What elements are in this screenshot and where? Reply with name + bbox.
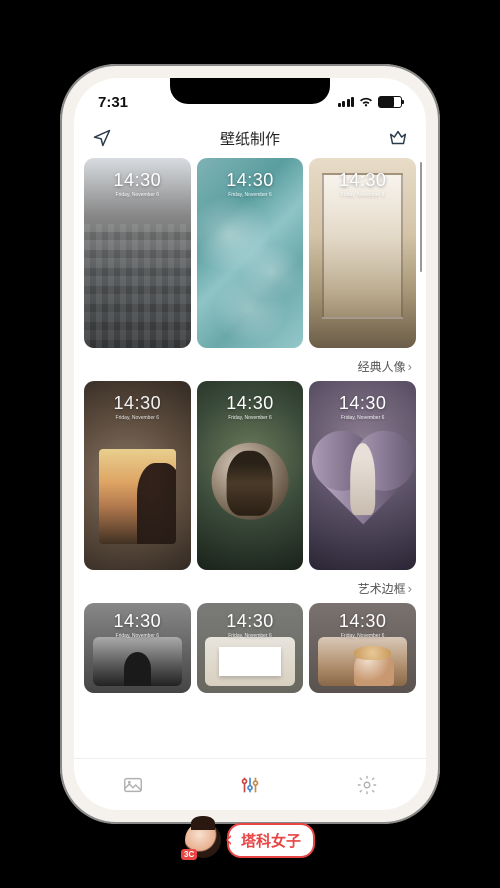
lockscreen-preview: 14:30 Friday, November 6	[84, 611, 191, 639]
portrait-circle-overlay	[212, 443, 289, 520]
lockscreen-preview: 14:30 Friday, November 6	[197, 393, 304, 421]
sliders-icon	[239, 774, 261, 796]
watermark: 3C 塔科女子	[185, 822, 315, 858]
tab-adjust[interactable]	[230, 765, 270, 805]
send-icon[interactable]	[90, 126, 114, 150]
wallpaper-card[interactable]: 14:30 Friday, November 6	[309, 381, 416, 571]
battery-icon	[378, 96, 402, 108]
lockscreen-preview: 14:30 Friday, November 6	[197, 170, 304, 198]
watermark-text: 塔科女子	[227, 823, 315, 858]
section-label: 经典人像	[358, 358, 406, 375]
notch	[170, 78, 330, 104]
status-indicators	[338, 96, 403, 108]
art-frame-overlay	[318, 637, 408, 686]
gallery-icon	[122, 774, 144, 796]
screen: 7:31 壁纸制作 14:30 Friday, No	[74, 78, 426, 810]
wallpaper-card[interactable]: 14:30 Friday, November 6	[84, 158, 191, 348]
wallpaper-card[interactable]: 14:30 Friday, November 6	[84, 381, 191, 571]
portrait-rect-overlay	[99, 449, 176, 544]
wifi-icon	[358, 96, 374, 108]
art-frame-overlay	[93, 637, 183, 686]
wallpaper-grid-frame: 14:30 Friday, November 6 14:30 Friday, N…	[84, 603, 416, 693]
lockscreen-preview: 14:30 Friday, November 6	[309, 611, 416, 639]
lockscreen-preview: 14:30 Friday, November 6	[309, 170, 416, 198]
watermark-badge: 3C	[181, 849, 197, 860]
chevron-right-icon: ›	[408, 359, 412, 374]
wallpaper-card[interactable]: 14:30 Friday, November 6	[309, 603, 416, 693]
heart-figure	[350, 443, 376, 515]
section-label: 艺术边框	[358, 580, 406, 597]
tab-bar	[74, 758, 426, 810]
lockscreen-preview: 14:30 Friday, November 6	[84, 393, 191, 421]
lockscreen-preview: 14:30 Friday, November 6	[84, 170, 191, 198]
watermark-avatar: 3C	[185, 822, 221, 858]
wallpaper-card[interactable]: 14:30 Friday, November 6	[197, 158, 304, 348]
app-header: 壁纸制作	[74, 118, 426, 158]
chevron-right-icon: ›	[408, 581, 412, 596]
lockscreen-preview: 14:30 Friday, November 6	[197, 611, 304, 639]
page-title: 壁纸制作	[220, 128, 280, 149]
gear-icon	[356, 774, 378, 796]
section-header-frame[interactable]: 艺术边框 ›	[84, 570, 416, 603]
wallpaper-card[interactable]: 14:30 Friday, November 6	[197, 603, 304, 693]
scrollbar[interactable]	[420, 162, 422, 272]
phone-frame: 7:31 壁纸制作 14:30 Friday, No	[60, 64, 440, 824]
tab-gallery[interactable]	[113, 765, 153, 805]
wallpaper-card[interactable]: 14:30 Friday, November 6	[309, 158, 416, 348]
wallpaper-card[interactable]: 14:30 Friday, November 6	[84, 603, 191, 693]
wallpaper-grid-scenery: 14:30 Friday, November 6 14:30 Friday, N…	[84, 158, 416, 348]
tab-settings[interactable]	[347, 765, 387, 805]
art-frame-overlay	[205, 637, 295, 686]
crown-icon[interactable]	[386, 126, 410, 150]
wallpaper-card[interactable]: 14:30 Friday, November 6	[197, 381, 304, 571]
status-time: 7:31	[98, 94, 128, 111]
lockscreen-preview: 14:30 Friday, November 6	[309, 393, 416, 421]
cellular-icon	[338, 97, 355, 107]
content-scroll[interactable]: 14:30 Friday, November 6 14:30 Friday, N…	[74, 158, 426, 758]
wallpaper-grid-portrait: 14:30 Friday, November 6 14:30 Friday, N…	[84, 381, 416, 571]
section-header-portrait[interactable]: 经典人像 ›	[84, 348, 416, 381]
